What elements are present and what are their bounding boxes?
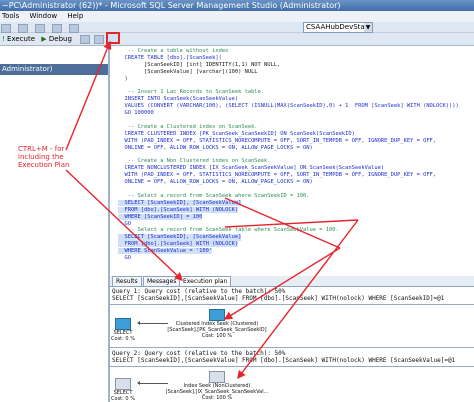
code-line: [ScanSeekValue] [varchar](100) NULL <box>118 68 258 75</box>
query2-seek-node[interactable]: Index Seek (NonClustered) [ScanSeek].[IX… <box>162 371 272 401</box>
stop-icon[interactable] <box>80 35 91 44</box>
query2-header: Query 2: Query cost (relative to the bat… <box>112 350 286 357</box>
new-query-icon[interactable] <box>1 24 11 33</box>
code-line: [ScanSeekID] [int] IDENTITY(1,1) NOT NUL… <box>118 61 281 68</box>
annotation-text: CTRL+M - for including the Execution Pla… <box>18 145 70 169</box>
parse-icon[interactable] <box>94 35 105 44</box>
sql-editor-toolbar: ! Execute ▶ Debug <box>0 33 474 46</box>
query1-select-node[interactable]: SELECT Cost: 0 % <box>110 318 136 342</box>
query2-select-cost: Cost: 0 % <box>111 396 135 402</box>
database-select[interactable]: CSAAHubDevStaging ▼ <box>303 22 373 33</box>
query1-sql: SELECT [ScanSeekID],[ScanSeekValue] FROM… <box>112 295 445 302</box>
code-line: GO <box>118 255 131 261</box>
select-operator-icon <box>115 318 131 330</box>
object-explorer-header: Administrator) <box>0 64 108 75</box>
code-line: WHERE ScanSeekValue = '100' <box>118 248 213 255</box>
index-seek-icon <box>209 371 225 383</box>
divider <box>110 304 474 305</box>
window-title: ~PC\Administrator (62))* - Microsoft SQL… <box>2 1 341 10</box>
query1-header: Query 1: Query cost (relative to the bat… <box>112 288 286 295</box>
divider <box>110 366 474 367</box>
query1-seek-node[interactable]: Clustered Index Seek (Clustered) [ScanSe… <box>162 309 272 339</box>
code-line: FROM [dbo].[ScanSeek] WITH (NOLOCK) <box>118 206 239 213</box>
code-line: ONLINE = OFF, ALLOW_ROW_LOCKS = ON, ALLO… <box>118 144 313 151</box>
code-line: CREATE TABLE [dbo].[ScanSeek]( <box>118 54 222 61</box>
object-explorer-node[interactable]: Administrator) <box>0 65 52 73</box>
menu-item-tools[interactable]: Tools <box>2 12 19 20</box>
save-icon[interactable] <box>35 24 46 33</box>
database-select-value: CSAAHubDevStaging <box>306 23 373 31</box>
query-editor[interactable]: -- Create a table without index CREATE T… <box>110 46 474 268</box>
copy-icon[interactable] <box>69 24 80 33</box>
code-line: -- Create a Non Clustered index on ScanS… <box>118 158 271 165</box>
query2-select-node[interactable]: SELECT Cost: 0 % <box>110 378 136 402</box>
results-tabs: Results Messages Execution plan <box>110 276 474 287</box>
code-line: INSERT INTO ScanSeek(ScanSeekValue) <box>118 96 239 103</box>
execution-plan-pane: Query 1: Query cost (relative to the bat… <box>110 287 474 402</box>
open-file-icon[interactable] <box>18 24 29 33</box>
divider <box>110 347 474 348</box>
debug-button[interactable]: Debug <box>49 35 72 43</box>
query1-select-cost: Cost: 0 % <box>111 336 135 342</box>
query1-op-cost: Cost: 100 % <box>201 333 233 339</box>
menu-item-help[interactable]: Help <box>67 12 83 20</box>
code-line: GO 100000 <box>118 110 154 117</box>
clustered-index-seek-icon <box>209 309 225 321</box>
include-execution-plan-button[interactable] <box>106 32 120 44</box>
code-line: FROM [dbo].[ScanSeek] WITH (NOLOCK) <box>118 241 239 248</box>
menu-item-window[interactable]: Window <box>29 12 57 20</box>
code-line: -- Create a Clustered index on ScanSeek. <box>118 123 258 130</box>
code-line: ) <box>118 75 128 82</box>
code-line: SELECT [ScanSeekID], [ScanSeekValue] <box>118 199 242 206</box>
chevron-down-icon[interactable]: ▼ <box>364 23 372 32</box>
debug-icon: ▶ <box>41 35 47 43</box>
select-operator-icon <box>115 378 131 390</box>
code-line: -- Insert 1 Lac Records to ScanSeek tabl… <box>118 89 265 96</box>
title-bar: ~PC\Administrator (62))* - Microsoft SQL… <box>0 0 474 11</box>
query2-op-cost: Cost: 100 % <box>201 395 233 401</box>
code-line: WHERE [ScanSeekID] = 100 <box>118 213 203 220</box>
code-line: -- Select a record from ScanSeek where S… <box>118 192 310 199</box>
menu-bar: Tools Window Help <box>0 11 474 22</box>
tab-results[interactable]: Results <box>112 276 142 286</box>
code-line: WITH (PAD_INDEX = OFF, STATISTICS_NORECO… <box>118 172 437 179</box>
cut-icon[interactable] <box>52 24 63 33</box>
execute-button[interactable]: Execute <box>7 35 35 43</box>
code-line: ONLINE = OFF, ALLOW_ROW_LOCKS = ON, ALLO… <box>118 179 313 186</box>
query2-sql: SELECT [ScanSeekID],[ScanSeekValue] FROM… <box>112 357 456 364</box>
standard-toolbar <box>0 22 474 33</box>
code-line: -- Create a table without index <box>118 48 229 54</box>
execute-icon: ! <box>2 35 5 43</box>
code-line: CREATE NONCLUSTERED INDEX [IX_ScanSeek_S… <box>118 165 385 172</box>
code-line: GO <box>118 220 131 227</box>
code-line: -- Select a record from ScanSeek table w… <box>118 227 339 234</box>
tab-messages[interactable]: Messages <box>143 276 181 286</box>
code-line: CREATE CLUSTERED INDEX [PK_ScanSeek_Scan… <box>118 130 355 137</box>
code-line: VALUES (CONVERT (VARCHAR(100), (SELECT (… <box>118 103 459 110</box>
tab-execution-plan[interactable]: Execution plan <box>179 276 232 286</box>
object-explorer-panel <box>0 46 110 402</box>
code-line: WITH (PAD_INDEX = OFF, STATISTICS_NORECO… <box>118 137 437 144</box>
code-line: SELECT [ScanSeekID], [ScanSeekValue] <box>118 234 242 241</box>
